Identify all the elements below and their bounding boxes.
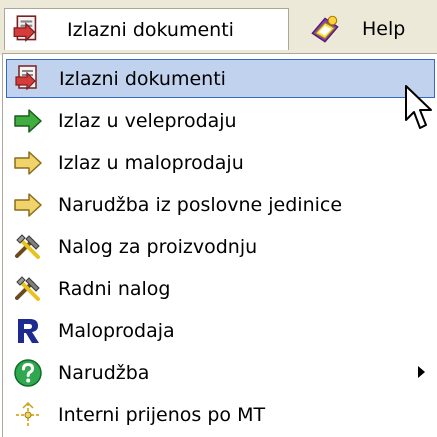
menu-item-nalog-za-proizvodnju[interactable]: Nalog za proizvodnju bbox=[6, 227, 435, 266]
tools-icon bbox=[15, 233, 40, 259]
menu-item-label: Maloprodaja bbox=[58, 319, 175, 342]
menu-item-label: Narudžba iz poslovne jedinice bbox=[58, 193, 343, 216]
document-out-icon bbox=[13, 14, 37, 42]
menu-item-narudzba-iz-poslovne-jedinice[interactable]: Narudžba iz poslovne jedinice bbox=[6, 185, 435, 224]
document-out-icon bbox=[15, 64, 37, 90]
menu-bar: Izlazni dokumenti Help bbox=[0, 0, 437, 55]
submenu-arrow-icon bbox=[418, 366, 425, 378]
menu-item-label: Radni nalog bbox=[58, 277, 171, 300]
transfer-icon bbox=[16, 401, 40, 427]
letter-r-icon bbox=[18, 318, 39, 343]
menu-izlazni-dokumenti[interactable]: Izlazni dokumenti bbox=[4, 8, 289, 50]
menu-item-label: Izlazni dokumenti bbox=[59, 67, 226, 90]
application-window: Izlazni dokumenti Help Izlazni dokumenti bbox=[0, 0, 437, 437]
menu-item-izlaz-u-maloprodaju[interactable]: Izlaz u maloprodaju bbox=[6, 143, 435, 182]
question-icon bbox=[14, 358, 42, 387]
menu-item-izlazni-dokumenti[interactable]: Izlazni dokumenti bbox=[6, 59, 435, 98]
menu-item-izlaz-u-veleprodaju[interactable]: Izlaz u veleprodaju bbox=[6, 101, 435, 140]
menu-item-label: Izlaz u veleprodaju bbox=[58, 109, 237, 132]
menu-item-label: Narudžba bbox=[58, 361, 150, 384]
help-book-icon bbox=[311, 15, 339, 43]
menu-help[interactable]: Help bbox=[300, 8, 437, 50]
menu-item-maloprodaja[interactable]: Maloprodaja bbox=[6, 311, 435, 350]
menu-item-label: Izlaz u maloprodaju bbox=[58, 151, 244, 174]
menu-item-interni-prijenos-po-mt[interactable]: Interni prijenos po MT bbox=[6, 395, 435, 434]
dropdown-menu: Izlazni dokumenti Izlaz u veleprodaju Iz… bbox=[2, 53, 437, 437]
menu-label: Help bbox=[362, 18, 406, 40]
green-arrow-right-icon bbox=[14, 108, 42, 133]
menu-item-narudzba[interactable]: Narudžba bbox=[6, 353, 435, 392]
tools-icon bbox=[15, 275, 40, 301]
menu-item-radni-nalog[interactable]: Radni nalog bbox=[6, 269, 435, 308]
menu-label: Izlazni dokumenti bbox=[67, 18, 234, 41]
yellow-arrow-right-icon bbox=[14, 150, 42, 175]
menu-item-label: Nalog za proizvodnju bbox=[58, 235, 258, 258]
menu-item-label: Interni prijenos po MT bbox=[58, 403, 266, 426]
yellow-arrow-right-icon bbox=[14, 192, 42, 217]
